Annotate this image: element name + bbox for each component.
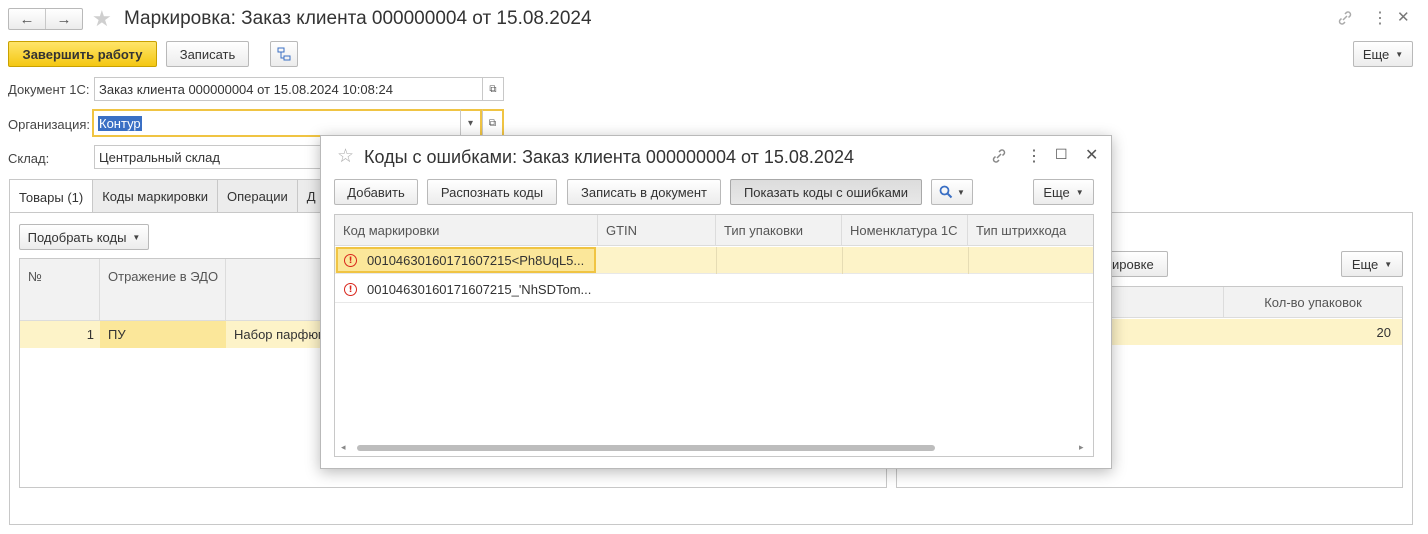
warehouse-field[interactable]: Центральный склад	[94, 145, 334, 169]
column-gtin[interactable]: GTIN	[598, 215, 716, 246]
error-codes-table: Код маркировки GTIN Тип упаковки Номенкл…	[334, 214, 1094, 457]
more-button[interactable]: Еще ▼	[1353, 41, 1413, 67]
right-more-button[interactable]: Еще ▼	[1341, 251, 1403, 277]
caret-down-icon: ▼	[1395, 49, 1404, 59]
structure-button[interactable]	[270, 41, 298, 67]
dialog-title: Коды с ошибками: Заказ клиента 000000004…	[364, 147, 854, 167]
right-action-button[interactable]: ировке	[1108, 251, 1168, 277]
column-marking-code[interactable]: Код маркировки	[335, 215, 598, 246]
table-row[interactable]: ! 00104630160171607215_'NhSDTom...	[335, 275, 1093, 303]
save-button[interactable]: Записать	[166, 41, 249, 67]
nav-buttons: ← →	[8, 8, 83, 30]
cell-divider	[968, 247, 969, 274]
caret-down-icon: ▼	[132, 232, 141, 242]
row-edo: ПУ	[100, 321, 226, 348]
caret-down-icon: ▼	[1075, 187, 1084, 197]
recognize-codes-button[interactable]: Распознать коды	[427, 179, 557, 205]
table-row[interactable]: ! 0010463016017160721​5<Ph8UqL5...	[335, 247, 1093, 274]
dialog-maximize-icon[interactable]: ☐	[1055, 146, 1068, 163]
row-code: 00104630160171607215_'NhSDTom...	[367, 281, 592, 297]
organization-open-icon[interactable]: ⧉	[482, 109, 504, 137]
row-qty: 20	[1376, 324, 1391, 340]
error-codes-header: Код маркировки GTIN Тип упаковки Номенкл…	[335, 215, 1093, 246]
show-error-codes-button[interactable]: Показать коды с ошибками	[730, 179, 922, 205]
row-name: Набор парфюм	[234, 327, 327, 342]
write-to-document-button[interactable]: Записать в документ	[567, 179, 721, 205]
caret-down-icon: ▼	[1384, 259, 1393, 269]
cell-divider	[716, 247, 717, 274]
forward-arrow-icon[interactable]: →	[45, 9, 82, 29]
row-code: 0010463016017160721​5<Ph8UqL5...	[367, 253, 585, 268]
favorite-star-icon[interactable]: ★	[92, 6, 112, 32]
caret-down-icon: ▼	[957, 187, 965, 197]
organization-dropdown-icon[interactable]: ▾	[460, 109, 482, 137]
search-icon	[939, 185, 953, 199]
dialog-close-icon[interactable]: ✕	[1085, 145, 1098, 165]
column-nomenclature[interactable]: Номенклатура 1С	[842, 215, 968, 246]
add-button[interactable]: Добавить	[334, 179, 418, 205]
warehouse-label: Склад:	[8, 151, 50, 166]
finish-button[interactable]: Завершить работу	[8, 41, 157, 67]
horizontal-scrollbar[interactable]	[357, 445, 935, 451]
dialog-more-button[interactable]: Еще ▼	[1033, 179, 1094, 205]
more-menu-icon[interactable]: ⋮	[1372, 8, 1388, 28]
tab-marking-codes[interactable]: Коды маркировки	[92, 179, 218, 213]
column-edo[interactable]: Отражение в ЭДО	[100, 259, 226, 321]
dialog-link-icon[interactable]	[990, 147, 1008, 165]
structure-icon	[277, 47, 291, 61]
search-button[interactable]: ▼	[931, 179, 973, 205]
organization-value: Контур	[98, 115, 142, 131]
organization-field[interactable]: Контур	[92, 109, 462, 137]
tab-strip: Товары (1) Коды маркировки Операции Д	[9, 179, 326, 214]
tab-operations[interactable]: Операции	[216, 179, 298, 213]
back-arrow-icon[interactable]: ←	[9, 9, 45, 29]
dialog-more-label: Еще	[1043, 184, 1070, 200]
error-icon: !	[344, 254, 357, 267]
error-codes-dialog: ☆ Коды с ошибками: Заказ клиента 0000000…	[320, 135, 1112, 469]
column-number[interactable]: №	[20, 259, 100, 321]
column-qty[interactable]: Кол-во упаковок	[1223, 287, 1402, 318]
dialog-more-menu-icon[interactable]: ⋮	[1026, 146, 1042, 166]
pick-codes-button[interactable]: Подобрать коды ▼	[19, 224, 149, 250]
row-number: 1	[86, 327, 94, 342]
close-icon[interactable]: ✕	[1397, 8, 1410, 26]
tab-goods[interactable]: Товары (1)	[9, 179, 94, 214]
error-icon: !	[344, 283, 357, 296]
page-title: Маркировка: Заказ клиента 000000004 от 1…	[124, 8, 592, 29]
column-barcode-type[interactable]: Тип штрихкода	[968, 215, 1093, 246]
more-button-label: Еще	[1362, 46, 1390, 62]
document-field[interactable]: Заказ клиента 000000004 от 15.08.2024 10…	[94, 77, 483, 101]
organization-label: Организация:	[8, 117, 91, 132]
column-package-type[interactable]: Тип упаковки	[716, 215, 842, 246]
dialog-favorite-star-icon[interactable]: ☆	[337, 145, 354, 168]
cell-divider	[842, 247, 843, 274]
scroll-right-icon[interactable]: ▸	[1079, 442, 1084, 453]
document-label: Документ 1С:	[8, 82, 90, 97]
right-more-label: Еще	[1351, 256, 1379, 272]
pick-codes-label: Подобрать коды	[27, 229, 127, 245]
document-open-icon[interactable]: ⧉	[482, 77, 504, 101]
link-icon[interactable]	[1336, 9, 1354, 27]
scroll-left-icon[interactable]: ◂	[341, 442, 346, 453]
